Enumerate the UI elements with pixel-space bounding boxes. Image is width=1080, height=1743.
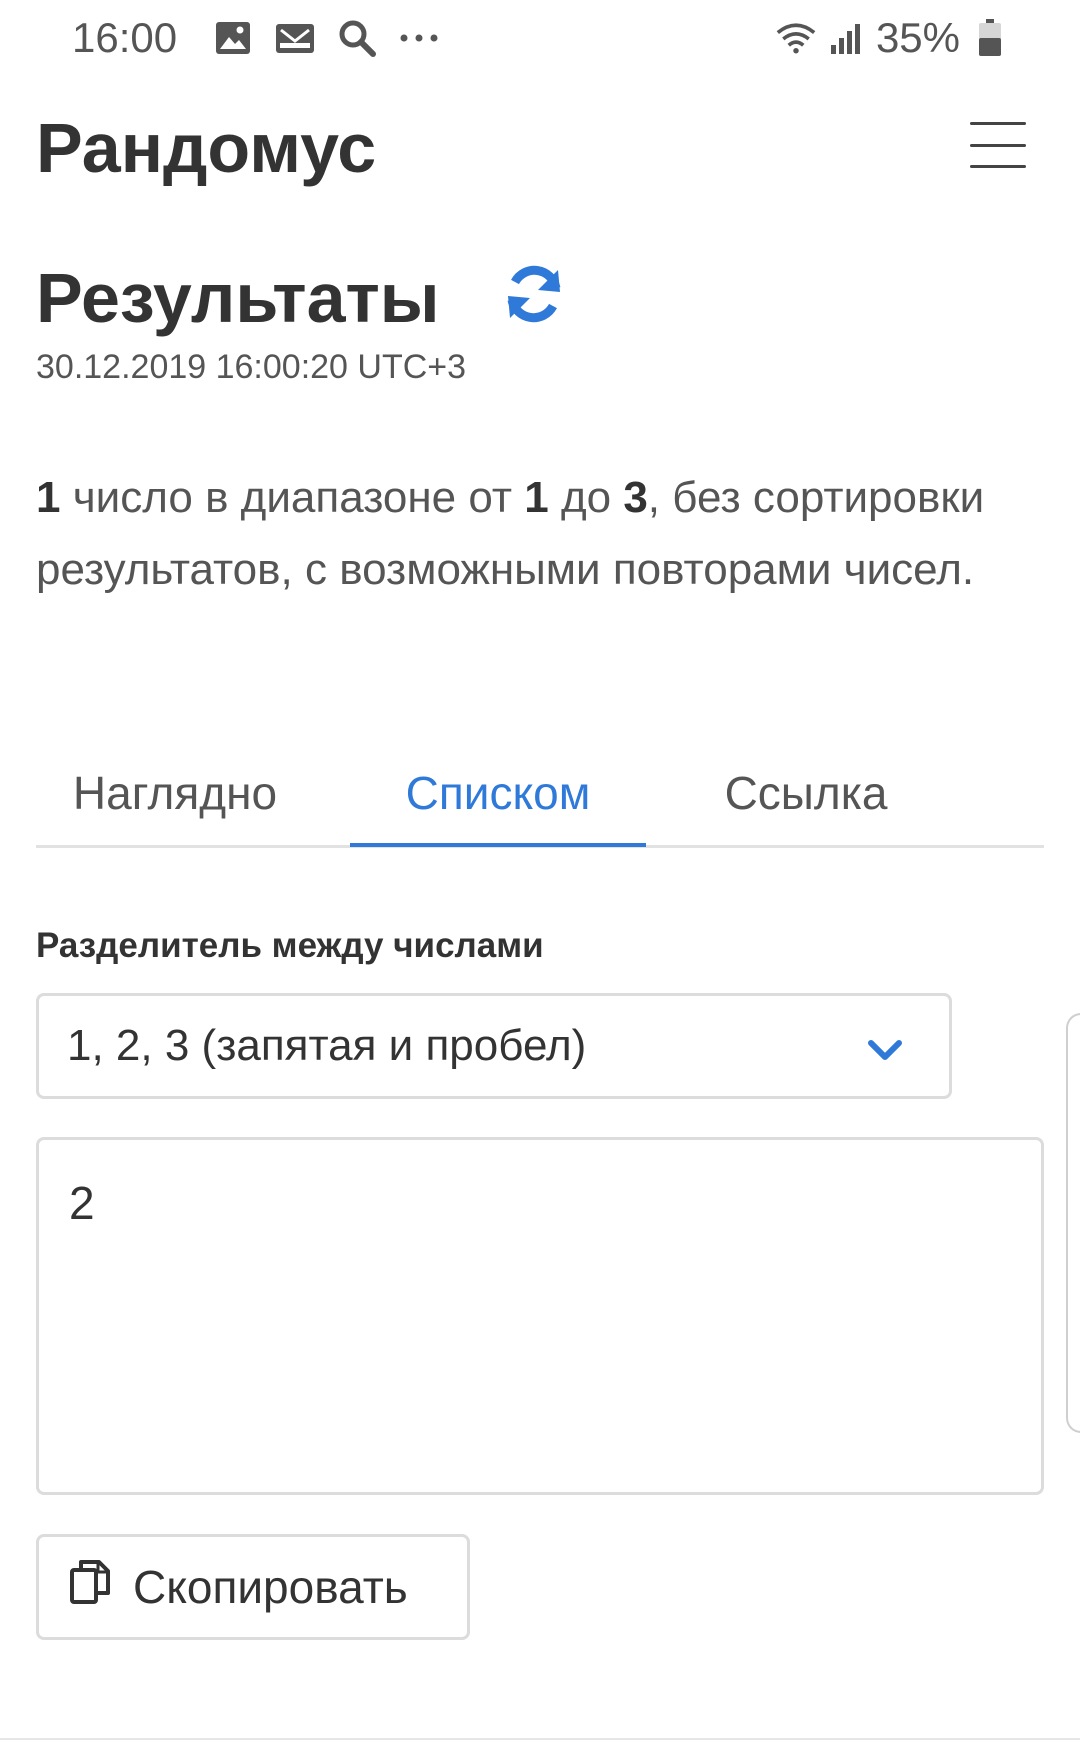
separator-label: Разделитель между числами <box>36 926 544 965</box>
status-time: 16:00 <box>72 14 178 61</box>
battery-icon <box>970 18 1010 58</box>
chevron-down-icon <box>865 1030 905 1066</box>
description-text: число в диапазоне от <box>60 473 525 522</box>
battery-percent: 35% <box>875 14 960 61</box>
range-to-value: 3 <box>623 473 648 522</box>
results-description: 1 число в диапазоне от 1 до 3, без сорти… <box>36 462 1016 606</box>
status-left: 16:00 <box>72 14 439 62</box>
edge-panel-handle[interactable] <box>1066 1013 1080 1433</box>
tab-link[interactable]: Ссылка <box>646 738 966 848</box>
mail-icon <box>275 18 315 58</box>
count-value: 1 <box>36 473 61 522</box>
app-title[interactable]: Рандомус <box>36 108 376 188</box>
menu-line <box>970 143 1026 147</box>
range-from-value: 1 <box>524 473 549 522</box>
bottom-divider <box>0 1738 1080 1740</box>
copy-button-label: Скопировать <box>133 1561 408 1613</box>
menu-line <box>970 122 1026 125</box>
signal-icon <box>826 18 866 58</box>
separator-selected-value: 1, 2, 3 (запятая и пробел) <box>67 1021 587 1070</box>
gallery-icon <box>213 18 253 58</box>
copy-icon <box>69 1559 111 1616</box>
tab-visual[interactable]: Наглядно <box>36 738 314 848</box>
result-view-tabs: Наглядно Списком Ссылка <box>36 738 1044 848</box>
tab-list[interactable]: Списком <box>350 738 646 848</box>
refresh-icon[interactable] <box>502 262 566 326</box>
wifi-icon <box>776 18 816 58</box>
active-tab-indicator <box>350 843 646 847</box>
status-bar: 16:00 35% <box>0 0 1080 76</box>
description-text: до <box>548 473 624 522</box>
search-icon <box>337 18 377 58</box>
more-icon <box>399 18 439 58</box>
results-timestamp: 30.12.2019 16:00:20 UTC+3 <box>36 348 467 386</box>
separator-select[interactable]: 1, 2, 3 (запятая и пробел) <box>36 993 952 1099</box>
results-title: Результаты <box>36 259 440 337</box>
hamburger-menu-icon[interactable] <box>970 122 1026 168</box>
result-textarea[interactable]: 2 <box>36 1137 1044 1495</box>
menu-line <box>970 165 1026 168</box>
copy-button[interactable]: Скопировать <box>36 1534 470 1640</box>
status-right: 35% <box>776 14 1010 62</box>
